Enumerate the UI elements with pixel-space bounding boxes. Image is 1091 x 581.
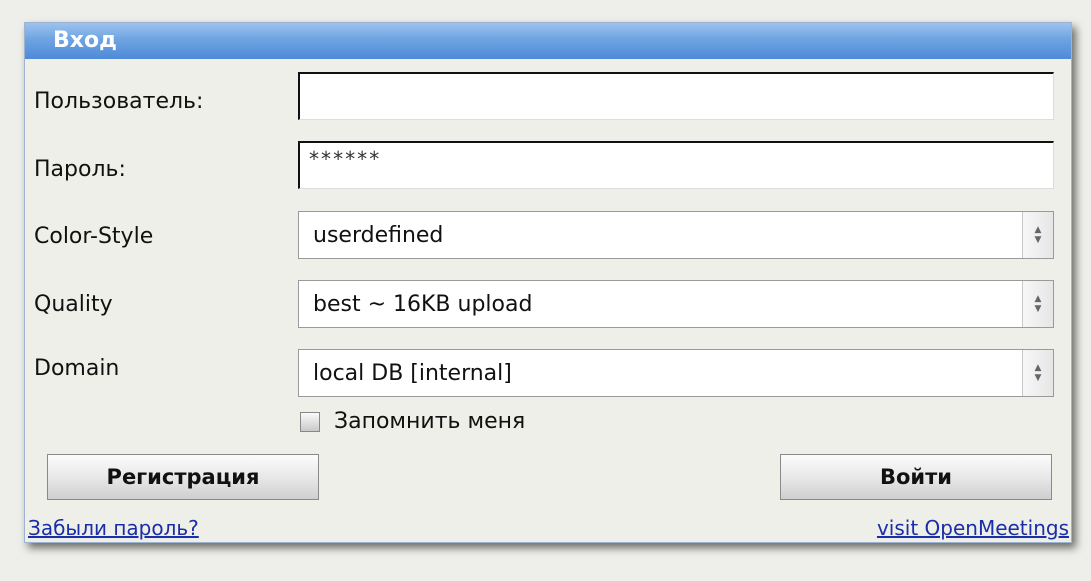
remember-me-row[interactable]: Запомнить меня <box>300 409 525 434</box>
domain-select[interactable]: local DB [internal] ▲ ▼ <box>298 349 1054 397</box>
forgot-password-link[interactable]: Забыли пароль? <box>28 516 199 540</box>
dialog-title: Вход <box>25 23 1071 59</box>
quality-label: Quality <box>34 292 113 317</box>
color-style-label: Color-Style <box>34 224 154 249</box>
visit-openmeetings-link[interactable]: visit OpenMeetings <box>877 516 1069 540</box>
password-label: Пароль: <box>34 157 126 182</box>
quality-value: best ~ 16KB upload <box>313 292 533 317</box>
domain-spinner-icon[interactable]: ▲ ▼ <box>1022 350 1053 396</box>
color-style-value: userdefined <box>313 223 444 248</box>
username-label: Пользователь: <box>34 89 204 114</box>
domain-value: local DB [internal] <box>313 361 512 386</box>
remember-me-label: Запомнить меня <box>334 409 526 434</box>
login-dialog: Вход Пользователь: Пароль: ****** Color-… <box>24 22 1072 543</box>
domain-label: Domain <box>34 356 120 381</box>
login-button[interactable]: Войти <box>780 454 1052 500</box>
password-input[interactable]: ****** <box>298 141 1054 189</box>
remember-me-checkbox[interactable] <box>300 411 320 432</box>
username-input[interactable] <box>298 72 1054 120</box>
color-style-spinner-icon[interactable]: ▲ ▼ <box>1022 212 1053 258</box>
quality-spinner-icon[interactable]: ▲ ▼ <box>1022 281 1053 327</box>
register-button[interactable]: Регистрация <box>47 454 319 500</box>
quality-select[interactable]: best ~ 16KB upload ▲ ▼ <box>298 280 1054 328</box>
color-style-select[interactable]: userdefined ▲ ▼ <box>298 211 1054 259</box>
